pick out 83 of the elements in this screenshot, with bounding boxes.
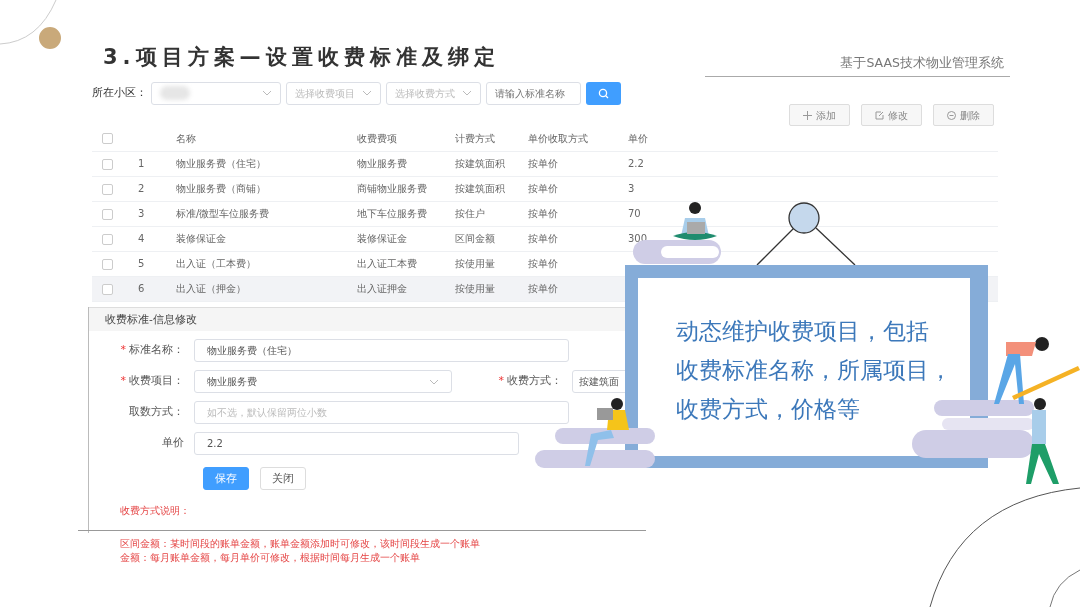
column-header: 单价收取方式 [528,132,588,144]
note-text: 区间金额：某时间段的账单金额，账单金额添加时可修改，该时间段生成一个账单 [120,537,481,551]
slide-subtitle: 基于SAAS技术物业管理系统 [705,54,1010,77]
table-cell: 按单价 [528,283,558,294]
table-cell: 出入证（工本费） [176,258,256,269]
column-header: 名称 [176,132,196,144]
input-field[interactable]: 物业服务费（住宅） [194,339,569,362]
caret-icon [429,378,439,385]
row-number: 5 [138,258,145,269]
plus-icon [803,110,812,120]
select-placeholder: 选择收费项目 [295,86,355,101]
search-field[interactable]: 请输入标准名称 [486,81,581,105]
search-icon [598,87,609,99]
community-select[interactable] [151,81,281,105]
caret-icon [462,90,472,96]
checkbox[interactable] [102,158,113,170]
column-header: 计费方式 [455,132,495,144]
required-mark: * [120,342,126,359]
add-button[interactable]: 添加 [789,104,850,126]
save-button[interactable]: 保存 [203,467,249,490]
field-label: 取数方式： [129,404,184,421]
slide-title: 3.项目方案—设置收费标准及绑定 [103,44,500,71]
required-mark: * [120,373,126,390]
table-cell: 3 [628,183,635,194]
checkbox[interactable] [102,258,113,270]
column-header: 单价 [628,132,648,144]
checkbox[interactable] [102,183,113,195]
table-cell: 按单价 [528,183,558,194]
table-cell: 按住户 [455,208,485,219]
table-cell: 出入证工本费 [357,258,417,269]
search-button[interactable] [586,81,621,105]
table-cell: 按使用量 [455,258,495,269]
checkbox[interactable] [102,133,113,145]
table-cell: 装修保证金 [176,233,226,244]
table-cell: 装修保证金 [357,233,407,244]
minus-circle-icon [947,110,956,120]
table-cell: 按使用量 [455,283,495,294]
edit-icon [875,110,884,120]
select-field[interactable]: 物业服务费 [194,370,452,393]
delete-button[interactable]: 删除 [933,104,994,126]
select-field[interactable]: 按建筑面 [572,370,628,393]
table-cell: 按单价 [528,258,558,269]
checkbox[interactable] [102,208,113,220]
field-label: 收费项目： [129,373,184,390]
row-number: 4 [138,233,145,244]
filter-label: 所在小区： [92,85,147,101]
table-cell: 区间金额 [455,233,495,244]
field-label: 标准名称： [129,342,184,359]
table-cell: 出入证（押金） [176,283,246,294]
input-field[interactable]: 2.2 [194,432,519,455]
table-cell: 2.2 [628,158,644,169]
row-number: 2 [138,183,145,194]
table-cell: 物业服务费 [357,158,407,169]
table-cell: 商铺物业服务费 [357,183,427,194]
input-field[interactable]: 如不选，默认保留两位小数 [194,401,569,424]
table-cell: 地下车位服务费 [357,208,427,219]
caret-icon [362,90,372,96]
table-cell: 标准/微型车位服务费 [176,208,270,219]
table-cell: 按建筑面积 [455,158,505,169]
close-button[interactable]: 关闭 [260,467,306,490]
table-cell: 按单价 [528,208,558,219]
checkbox[interactable] [102,233,113,245]
caret-icon [262,90,272,96]
callout-text: 动态维护收费项目，包括 收费标准名称，所属项目， 收费方式，价格等 [676,317,953,424]
column-header: 收费费项 [357,132,397,144]
row-number: 3 [138,208,145,219]
table-cell: 按单价 [528,233,558,244]
table-cell: 出入证押金 [357,283,407,294]
filter-select[interactable]: 选择收费项目 [286,81,381,105]
checkbox[interactable] [102,283,113,295]
row-number: 1 [138,158,145,169]
table-cell: 物业服务费（住宅） [176,158,266,169]
table-cell: 70 [628,208,641,219]
field-label: 单价 [162,435,184,452]
table-cell: 按建筑面积 [455,183,505,194]
notes-title: 收费方式说明： [120,504,191,518]
required-mark: * [498,373,504,390]
edit-button[interactable]: 修改 [861,104,922,126]
field-label: 收费方式： [507,373,562,390]
note-text: 金额：每月账单金额，每月单价可修改，根据时间每月生成一个账单 [120,551,421,565]
table-cell: 按单价 [528,158,558,169]
row-number: 6 [138,283,145,294]
table-cell: 物业服务费（商铺） [176,183,266,194]
